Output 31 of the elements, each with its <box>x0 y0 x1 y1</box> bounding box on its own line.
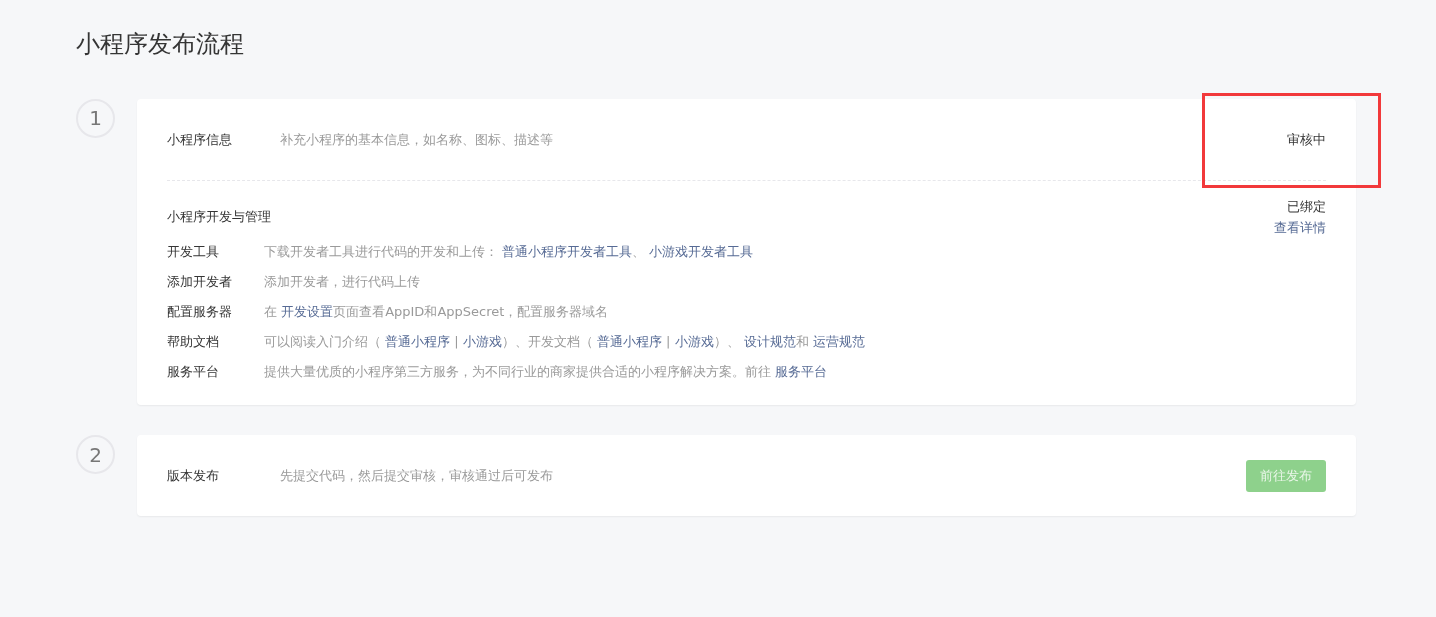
row-label: 开发工具 <box>167 243 220 262</box>
page-title: 小程序发布流程 <box>76 30 245 59</box>
link[interactable]: 小游戏 <box>462 334 502 350</box>
status-text: 审核中 <box>1287 130 1326 149</box>
link[interactable]: 设计规范 <box>743 334 796 350</box>
link[interactable]: 普通小程序 <box>385 334 451 350</box>
details-link[interactable]: 查看详情 <box>1274 218 1326 238</box>
row-description: 提供大量优质的小程序第三方服务，为不同行业的商家提供合适的小程序解决方案。前往 服务平台 <box>264 363 828 382</box>
status-text: 已绑定 <box>1287 197 1326 216</box>
row-description: 在 开发设置页面查看AppID和AppSecret，配置服务器域名 <box>264 303 609 322</box>
row-label: 帮助文档 <box>167 333 220 352</box>
link[interactable]: 小游戏开发者工具 <box>649 244 754 260</box>
row-label: 配置服务器 <box>167 303 233 322</box>
row-label: 添加开发者 <box>167 273 233 292</box>
row-description: 下载开发者工具进行代码的开发和上传： 普通小程序开发者工具、 小游戏开发者工具 <box>264 243 754 262</box>
row-label: 服务平台 <box>167 363 220 382</box>
section-description: 先提交代码，然后提交审核，审核通过后可发布 <box>280 467 554 486</box>
link[interactable]: 开发设置 <box>281 304 334 320</box>
section-description: 补充小程序的基本信息，如名称、图标、描述等 <box>280 130 554 149</box>
link[interactable]: 小游戏 <box>674 334 714 350</box>
link[interactable]: 运营规范 <box>812 334 865 350</box>
row-description: 可以阅读入门介绍（ 普通小程序 | 小游戏）、开发文档（ 普通小程序 | 小游戏）、 设计规范和 运营规范 <box>264 333 865 352</box>
link[interactable]: 普通小程序 <box>596 334 662 350</box>
section-label: 小程序开发与管理 <box>167 207 272 226</box>
section-label: 小程序信息 <box>167 130 233 149</box>
section-label: 版本发布 <box>167 467 220 486</box>
row-description: 添加开发者，进行代码上传 <box>264 273 420 292</box>
step-number-circle: 1 <box>76 98 115 138</box>
step-number-circle: 2 <box>76 435 115 475</box>
link[interactable]: 服务平台 <box>775 364 828 380</box>
link[interactable]: 普通小程序开发者工具 <box>502 244 633 260</box>
